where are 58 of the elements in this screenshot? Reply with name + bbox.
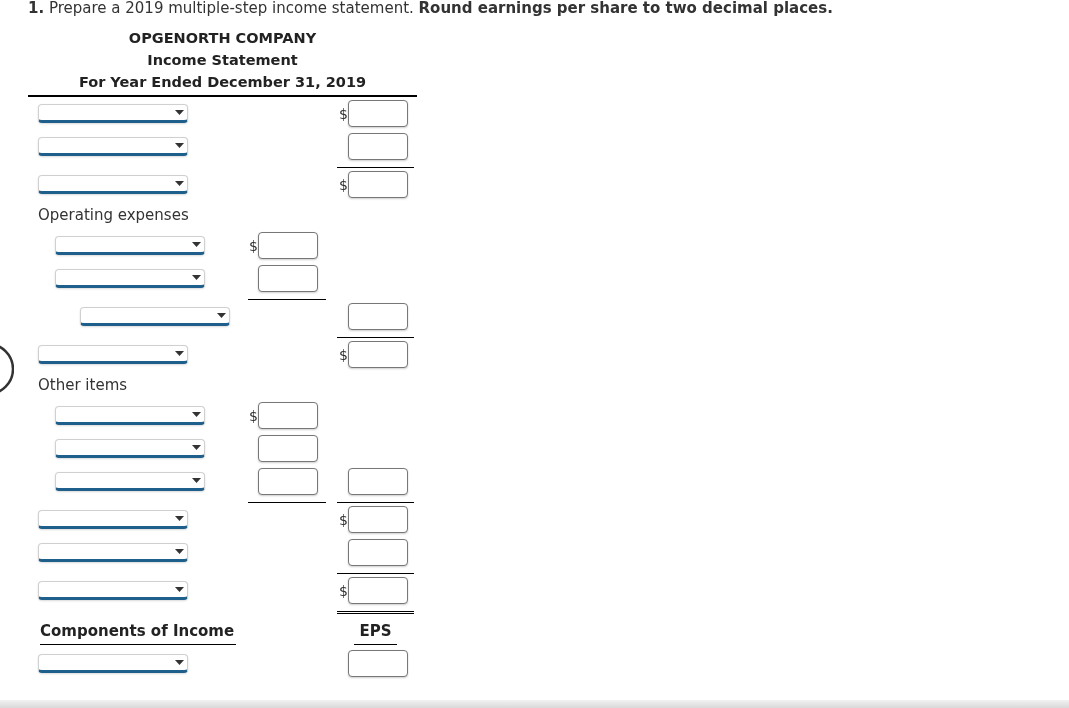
amount-field[interactable] — [348, 506, 408, 533]
dropdown-field[interactable] — [55, 472, 205, 491]
column-heading: Components of Income — [40, 622, 237, 645]
caret-icon — [175, 351, 184, 356]
amount-field[interactable] — [348, 100, 408, 127]
caret-icon — [192, 275, 201, 280]
section-label: Operating expenses — [38, 206, 189, 224]
amount-field[interactable] — [348, 539, 408, 566]
amount-field[interactable] — [258, 402, 318, 429]
dropdown-field[interactable] — [38, 581, 188, 600]
amount-field[interactable] — [348, 133, 408, 160]
dropdown-field[interactable] — [38, 175, 188, 194]
section-label: Other items — [38, 376, 128, 394]
caret-icon — [217, 313, 226, 318]
caret-icon — [175, 660, 184, 665]
dropdown-field[interactable] — [38, 654, 188, 673]
dropdown-field[interactable] — [38, 345, 188, 364]
dropdown-field[interactable] — [38, 137, 188, 156]
caret-icon — [175, 181, 184, 186]
caret-icon — [175, 587, 184, 592]
amount-field[interactable] — [258, 232, 318, 259]
dropdown-field[interactable] — [55, 439, 205, 458]
company-name: OPGENORTH COMPANY — [128, 29, 317, 48]
dollar-sign: $ — [339, 582, 348, 599]
statement-period: For Year Ended December 31, 2019 — [78, 73, 367, 92]
amount-field[interactable] — [348, 171, 408, 198]
dollar-sign: $ — [339, 176, 348, 193]
statement-title: Income Statement — [147, 51, 298, 70]
dollar-sign: $ — [339, 105, 348, 122]
dollar-sign: $ — [249, 407, 258, 424]
dropdown-field[interactable] — [80, 307, 230, 326]
amount-field[interactable] — [348, 650, 408, 677]
dropdown-field[interactable] — [38, 543, 188, 562]
dropdown-field[interactable] — [55, 406, 205, 425]
caret-icon — [192, 412, 201, 417]
caret-icon — [192, 242, 201, 247]
caret-icon — [175, 110, 184, 115]
caret-icon — [192, 478, 201, 483]
dollar-sign: $ — [249, 237, 258, 254]
dropdown-field[interactable] — [55, 269, 205, 288]
caret-icon — [175, 516, 184, 521]
amount-field[interactable] — [348, 303, 408, 330]
amount-field[interactable] — [348, 468, 408, 495]
amount-field[interactable] — [348, 341, 408, 368]
dropdown-field[interactable] — [38, 510, 188, 529]
dropdown-field[interactable] — [55, 236, 205, 255]
amount-field[interactable] — [258, 468, 318, 495]
amount-field[interactable] — [258, 265, 318, 292]
question-text: 1. Prepare a 2019 multiple-step income statement. Round earnings per share to two decimal places. — [28, 0, 833, 16]
dollar-sign: $ — [339, 511, 348, 528]
caret-icon — [175, 143, 184, 148]
amount-field[interactable] — [348, 577, 408, 604]
amount-field[interactable] — [258, 435, 318, 462]
dollar-sign: $ — [339, 346, 348, 363]
column-heading: EPS — [354, 622, 397, 645]
caret-icon — [175, 549, 184, 554]
caret-icon — [192, 445, 201, 450]
dropdown-field[interactable] — [38, 104, 188, 123]
